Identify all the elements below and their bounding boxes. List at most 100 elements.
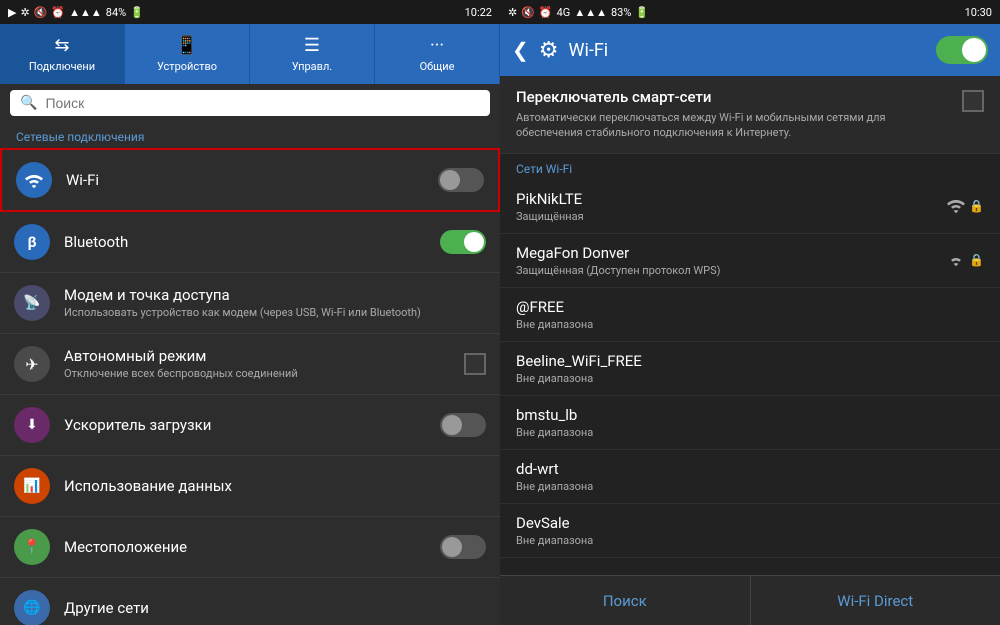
wifi-item-text: Wi-Fi [66,171,438,189]
network-list: PikNikLTE Защищённая 🔒 MegaFon Donver За… [500,180,1000,575]
data-item-title: Использование данных [64,477,486,495]
settings-item-bluetooth[interactable]: β Bluetooth [0,212,500,273]
tab-device[interactable]: 📱 Устройство [125,24,250,84]
mute-status-icon: 🔇 [521,6,535,19]
search-icon: 🔍 [20,95,37,111]
battery-icon: 🔋 [130,6,144,19]
smart-switch-text: Переключатель смарт-сети Автоматически п… [516,88,950,141]
megafon-signal: 🔒 [945,251,984,269]
network-item-free[interactable]: @FREE Вне диапазона [500,288,1000,342]
right-battery-text: 83% [611,6,631,19]
settings-item-download[interactable]: ⬇ Ускоритель загрузки [0,395,500,456]
right-status-icons: ✲ 🔇 ⏰ 4G ▲▲▲ 83% 🔋 [508,6,649,19]
wifi-gear-icon[interactable]: ⚙ [539,38,559,63]
airplane-item-icon: ✈ [14,346,50,382]
ddwrt-text: dd-wrt Вне диапазона [516,460,984,493]
download-item-icon: ⬇ [14,407,50,443]
devsale-text: DevSale Вне диапазона [516,514,984,547]
tab-manage[interactable]: ☰ Управл. [250,24,375,84]
bottom-bar: Поиск Wi-Fi Direct [500,575,1000,625]
network-item-megafon[interactable]: MegaFon Donver Защищённая (Доступен прот… [500,234,1000,288]
search-bar: 🔍 [0,84,500,122]
network-item-devsale[interactable]: DevSale Вне диапазона [500,504,1000,558]
settings-item-airplane[interactable]: ✈ Автономный режим Отключение всех беспр… [0,334,500,395]
airplane-item-title: Автономный режим [64,347,464,365]
manage-icon: ☰ [304,35,320,56]
smart-switch-desc: Автоматически переключаться между Wi-Fi … [516,110,950,141]
download-item-title: Ускоритель загрузки [64,416,440,434]
settings-item-wifi[interactable]: Wi-Fi [0,148,500,212]
airplane-item-subtitle: Отключение всех беспроводных соединений [64,367,464,381]
left-status-bar: ▶ ✲ 🔇 ⏰ ▲▲▲ 84% 🔋 10:22 [0,0,500,24]
right-battery-icon: 🔋 [635,6,649,19]
battery-text: 84% [106,6,126,19]
location-item-title: Местоположение [64,538,440,556]
network-item-ddwrt[interactable]: dd-wrt Вне диапазона [500,450,1000,504]
alarm-icon: ⏰ [51,6,65,19]
modem-item-icon: 📡 [14,285,50,321]
bt-status-icon: ✲ [508,6,517,19]
signal-icon: ▲▲▲ [69,6,102,19]
network-item-beeline[interactable]: Beeline_WiFi_FREE Вне диапазона [500,342,1000,396]
other-item-title: Другие сети [64,599,486,617]
data-item-icon: 📊 [14,468,50,504]
wifi-header-title: Wi-Fi [569,40,927,61]
device-icon: 📱 [176,35,198,56]
settings-item-modem[interactable]: 📡 Модем и точка доступа Использовать уст… [0,273,500,334]
back-button[interactable]: ❮ [512,38,529,62]
signal-right-icon: ▲▲▲ [574,6,607,19]
smart-switch-section: Переключатель смарт-сети Автоматически п… [500,76,1000,154]
network-item-bmstu[interactable]: bmstu_lb Вне диапазона [500,396,1000,450]
bt-toggle[interactable] [440,230,486,254]
download-toggle[interactable] [440,413,486,437]
right-header: ❮ ⚙ Wi-Fi [500,24,1000,76]
right-time: 10:30 [965,6,992,19]
airplane-checkbox[interactable] [464,353,486,375]
left-time: 10:22 [465,6,492,19]
wifi-networks-label: Сети Wi-Fi [500,154,1000,180]
bt-item-title: Bluetooth [64,233,440,251]
search-wifi-button[interactable]: Поиск [500,576,751,625]
left-status-icons: ▶ ✲ 🔇 ⏰ ▲▲▲ 84% 🔋 [8,6,144,19]
location-toggle[interactable] [440,535,486,559]
free-text: @FREE Вне диапазона [516,298,984,331]
settings-item-datausage[interactable]: 📊 Использование данных [0,456,500,517]
left-panel: ▶ ✲ 🔇 ⏰ ▲▲▲ 84% 🔋 10:22 ⇆ Подключени 📱 У… [0,0,500,625]
network-section-label: Сетевые подключения [0,122,500,148]
smart-switch-title: Переключатель смарт-сети [516,88,950,106]
wifi-item-title: Wi-Fi [66,171,438,189]
other-item-text: Другие сети [64,599,486,617]
settings-list: Wi-Fi β Bluetooth 📡 Модем и точка доступ… [0,148,500,625]
right-panel: ✲ 🔇 ⏰ 4G ▲▲▲ 83% 🔋 10:30 ❮ ⚙ Wi-Fi Перек… [500,0,1000,625]
alarm-status-icon: ⏰ [539,6,553,19]
connections-icon: ⇆ [54,35,69,56]
modem-item-subtitle: Использовать устройство как модем (через… [64,306,486,320]
modem-item-text: Модем и точка доступа Использовать устро… [64,286,486,320]
4g-icon: 4G [557,6,571,19]
download-item-text: Ускоритель загрузки [64,416,440,434]
wifi-direct-button[interactable]: Wi-Fi Direct [751,576,1000,625]
settings-item-other[interactable]: 🌐 Другие сети [0,578,500,625]
piknik-signal: 🔒 [945,197,984,215]
wifi-item-icon [16,162,52,198]
wifi-header-toggle[interactable] [936,36,988,64]
settings-item-location[interactable]: 📍 Местоположение [0,517,500,578]
play-icon: ▶ [8,6,16,19]
mute-icon: 🔇 [34,6,48,19]
location-item-text: Местоположение [64,538,440,556]
tab-bar: ⇆ Подключени 📱 Устройство ☰ Управл. ··· … [0,24,500,84]
bt-item-text: Bluetooth [64,233,440,251]
tab-general[interactable]: ··· Общие [375,24,500,84]
right-status-bar: ✲ 🔇 ⏰ 4G ▲▲▲ 83% 🔋 10:30 [500,0,1000,24]
modem-item-title: Модем и точка доступа [64,286,486,304]
beeline-text: Beeline_WiFi_FREE Вне диапазона [516,352,984,385]
smart-switch-checkbox[interactable] [962,90,984,112]
wifi-toggle[interactable] [438,168,484,192]
data-item-text: Использование данных [64,477,486,495]
general-icon: ··· [430,35,444,56]
tab-connections[interactable]: ⇆ Подключени [0,24,125,84]
search-container[interactable]: 🔍 [10,90,490,116]
network-item-piknik[interactable]: PikNikLTE Защищённая 🔒 [500,180,1000,234]
search-input[interactable] [45,95,480,111]
bmstu-text: bmstu_lb Вне диапазона [516,406,984,439]
